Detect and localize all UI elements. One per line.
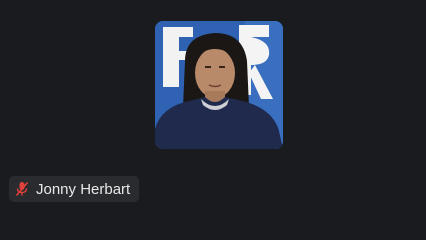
participant-video-tile[interactable]: Jonny Herbart	[0, 0, 426, 240]
mic-muted-icon[interactable]	[14, 181, 30, 197]
participant-name-tag: Jonny Herbart	[9, 176, 140, 202]
participant-avatar	[155, 21, 283, 149]
participant-name: Jonny Herbart	[36, 180, 131, 198]
